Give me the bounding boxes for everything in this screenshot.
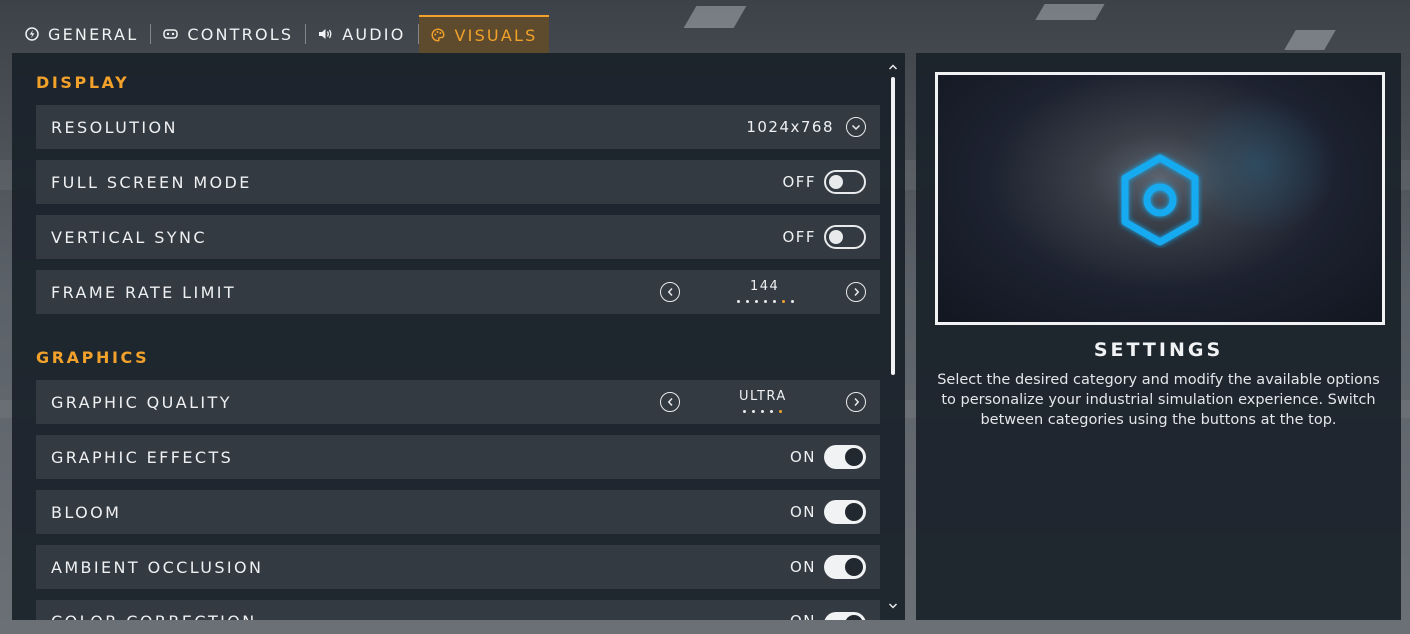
- setting-label: GRAPHIC QUALITY: [51, 392, 232, 412]
- step-dot-selected: [782, 300, 785, 303]
- setting-label: FRAME RATE LIMIT: [51, 282, 237, 302]
- setting-row-vsync[interactable]: VERTICAL SYNC OFF: [36, 215, 880, 259]
- toggle-state-text: OFF: [782, 228, 816, 246]
- section-title-graphics: GRAPHICS: [36, 348, 150, 367]
- tab-label: GENERAL: [48, 24, 139, 44]
- scroll-down-icon[interactable]: [887, 601, 899, 611]
- gamepad-icon: [163, 27, 179, 42]
- step-dot: [737, 300, 740, 303]
- info-title: SETTINGS: [1093, 339, 1224, 361]
- step-dot: [764, 300, 767, 303]
- section-title-display: DISPLAY: [36, 73, 130, 92]
- toggle-knob: [845, 448, 863, 466]
- setting-label: BLOOM: [51, 502, 122, 522]
- fullscreen-toggle[interactable]: [824, 170, 866, 194]
- palette-icon: [431, 28, 446, 43]
- toggle-knob: [829, 230, 843, 244]
- setting-label: GRAPHIC EFFECTS: [51, 447, 234, 467]
- setting-row-bloom[interactable]: BLOOM ON: [36, 490, 880, 534]
- tab-visuals[interactable]: VISUALS: [418, 15, 550, 53]
- chevron-left-icon[interactable]: [660, 392, 680, 412]
- setting-row-graphic-effects[interactable]: GRAPHIC EFFECTS ON: [36, 435, 880, 479]
- speaker-icon: [318, 27, 333, 42]
- step-dot: [770, 410, 773, 413]
- scroll-up-icon[interactable]: [887, 62, 899, 72]
- graphic-effects-toggle[interactable]: [824, 445, 866, 469]
- toggle-knob: [845, 615, 863, 620]
- resolution-value: 1024x768: [746, 118, 834, 136]
- tab-audio[interactable]: AUDIO: [306, 15, 417, 53]
- bloom-toggle[interactable]: [824, 500, 866, 524]
- step-dot: [752, 410, 755, 413]
- chevron-down-icon[interactable]: [846, 117, 866, 137]
- setting-label: RESOLUTION: [51, 117, 178, 137]
- step-dot: [761, 410, 764, 413]
- setting-row-fullscreen[interactable]: FULL SCREEN MODE OFF: [36, 160, 880, 204]
- step-dot-selected: [779, 410, 782, 413]
- toggle-state-text: ON: [789, 503, 816, 521]
- step-dot: [773, 300, 776, 303]
- step-dot: [746, 300, 749, 303]
- setting-row-color-correction[interactable]: COLOR CORRECTION ON: [36, 600, 880, 620]
- framerate-value: 144: [750, 279, 780, 294]
- tab-label: VISUALS: [454, 25, 538, 45]
- chevron-left-icon[interactable]: [660, 282, 680, 302]
- category-tabs: GENERAL CONTROLS AUDIO VISUALS: [12, 15, 550, 53]
- power-bolt-icon: [24, 27, 39, 42]
- graphic-quality-value: ULTRA: [739, 389, 787, 404]
- toggle-state-text: ON: [789, 448, 816, 466]
- framerate-step-dots: [737, 300, 794, 303]
- toggle-state-text: ON: [790, 612, 816, 620]
- background-skylight: [1035, 4, 1105, 20]
- setting-row-framerate[interactable]: FRAME RATE LIMIT 144: [36, 270, 880, 314]
- toggle-knob: [845, 503, 863, 521]
- tab-general[interactable]: GENERAL: [12, 15, 150, 53]
- toggle-knob: [845, 558, 863, 576]
- ambient-occlusion-toggle[interactable]: [824, 555, 866, 579]
- background-skylight: [1284, 30, 1336, 50]
- step-dot: [791, 300, 794, 303]
- toggle-knob: [829, 175, 843, 189]
- tab-label: CONTROLS: [187, 24, 294, 44]
- setting-row-resolution[interactable]: RESOLUTION 1024x768: [36, 105, 880, 149]
- toggle-state-text: ON: [789, 558, 816, 576]
- quality-step-dots: [743, 410, 782, 413]
- background-skylight: [683, 6, 747, 28]
- setting-row-ambient-occlusion[interactable]: AMBIENT OCCLUSION ON: [36, 545, 880, 589]
- setting-label: AMBIENT OCCLUSION: [51, 557, 264, 577]
- info-panel: SETTINGS Select the desired category and…: [916, 53, 1401, 620]
- vsync-toggle[interactable]: [824, 225, 866, 249]
- tab-controls[interactable]: CONTROLS: [151, 15, 305, 53]
- setting-label: VERTICAL SYNC: [51, 227, 207, 247]
- setting-label: COLOR CORRECTION: [51, 612, 257, 620]
- setting-row-graphic-quality[interactable]: GRAPHIC QUALITY ULTRA: [36, 380, 880, 424]
- step-dot: [755, 300, 758, 303]
- chevron-right-icon[interactable]: [846, 282, 866, 302]
- tab-label: AUDIO: [342, 24, 406, 44]
- settings-preview-image: [935, 72, 1385, 325]
- setting-label: FULL SCREEN MODE: [51, 172, 252, 192]
- hex-nut-icon: [1121, 154, 1199, 246]
- chevron-right-icon[interactable]: [846, 392, 866, 412]
- toggle-state-text: OFF: [782, 173, 816, 191]
- scrollbar-thumb[interactable]: [891, 77, 895, 375]
- color-correction-toggle[interactable]: [824, 612, 866, 620]
- settings-list-panel: DISPLAY RESOLUTION 1024x768 FULL SCREEN …: [12, 53, 905, 620]
- step-dot: [743, 410, 746, 413]
- info-description: Select the desired category and modify t…: [937, 372, 1380, 428]
